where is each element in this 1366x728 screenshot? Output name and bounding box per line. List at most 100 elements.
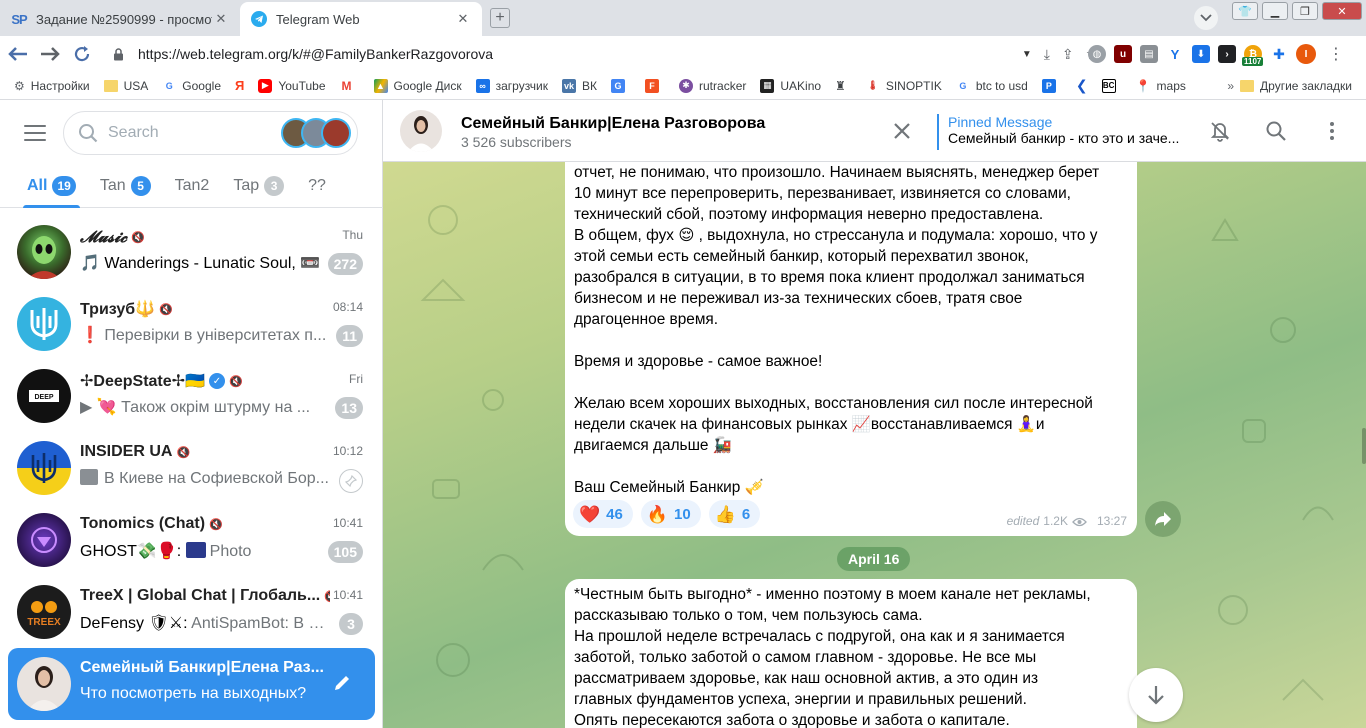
bookmark-google-drive[interactable]: ▲ Google Диск [373,78,462,93]
profile-avatar[interactable]: I [1296,44,1316,64]
bookmark-yandex[interactable]: Я [235,78,244,93]
story-avatar[interactable] [321,118,351,148]
tab-search-button[interactable] [1194,6,1218,30]
menu-icon[interactable] [24,125,46,141]
download-extension-icon[interactable]: ⬇ [1192,45,1210,63]
vpn-extension-icon[interactable]: Y [1166,45,1184,63]
bookmark-rutracker[interactable]: ✱ rutracker [679,78,746,93]
heart-icon: ❤️ [579,504,601,524]
close-window-button[interactable]: ✕ [1322,2,1362,20]
tab-tan2[interactable]: Tan2 [175,164,210,208]
chat-title: TreeX | Global Chat | Глобаль...🔇 [80,587,330,605]
browser-tab-task[interactable]: SP Задание №2590999 - просмотр з ✕ [0,2,240,36]
globe-extension-icon[interactable]: ◍ [1088,45,1106,63]
search-icon[interactable] [1264,119,1288,143]
shirt-icon[interactable]: 👕 [1232,2,1258,20]
message-bubble[interactable]: *Честным быть выгодно* - именно поэтому … [565,579,1137,728]
scroll-to-bottom-button[interactable] [1129,668,1183,722]
new-tab-button[interactable]: + [490,8,510,28]
bookmark-downloader[interactable]: ∞ загрузчик [475,78,548,93]
install-icon[interactable]: ⤓ [1044,46,1050,63]
bookmarks-bar: ⚙ Настройки USA G Google Я ▶ YouTube M ▲ Goo… [0,72,1366,100]
mute-bell-icon[interactable] [1208,119,1232,143]
message-bubble[interactable]: отчет, не понимаю, что произошло. Начина… [565,154,1137,536]
bookmark-f[interactable]: F [645,78,665,93]
more-vertical-icon[interactable] [1320,119,1344,143]
tab-tap[interactable]: Tap 3 [233,164,285,208]
maximize-button[interactable]: ❐ [1292,2,1318,20]
tab-all[interactable]: All 19 [23,164,80,208]
channel-avatar[interactable] [400,110,442,152]
url-text[interactable]: https://web.telegram.org/k/#@FamilyBanke… [138,46,1022,62]
bookmark-p[interactable]: P [1041,78,1062,93]
briefcase-extension-icon[interactable]: ▤ [1140,45,1158,63]
stories-avatars[interactable] [281,118,351,148]
tab-close-icon[interactable]: ✕ [454,11,472,27]
channel-title[interactable]: Семейный Банкир|Елена Разговорова [461,115,765,133]
bookmark-other-folder[interactable]: Другие закладки [1240,79,1352,93]
avatar: TREEX [17,585,71,639]
minimize-button[interactable]: ▁ [1262,2,1288,20]
edit-pencil-icon[interactable] [327,668,357,698]
dropdown-arrow-icon[interactable]: ▼ [1022,49,1032,60]
pinned-message[interactable]: Pinned Message Семейный банкир - кто это… [937,114,1181,150]
search-input[interactable]: Search [63,111,358,155]
back-button[interactable] [4,40,32,68]
tab-close-icon[interactable]: ✕ [212,11,230,27]
trident-icon [30,308,58,340]
bookmark-sinoptik[interactable]: 🌡 SINOPTIK [865,78,942,93]
bookmarks-more-button[interactable]: » [1227,79,1234,93]
chat-title: Tonomics (Chat) 🔇 [80,515,223,532]
tab-unknown[interactable]: ?? [308,164,326,208]
folder-tabs: All 19 Tan 5 Tan2 Tap 3 ?? [0,164,383,208]
coin-extension-icon[interactable]: ₿ 1107 [1242,45,1264,66]
bookmark-youtube[interactable]: ▶ YouTube [258,78,326,93]
treex-logo-icon: TREEX [27,601,61,628]
forward-button[interactable] [1145,501,1181,537]
google-icon: G [955,78,970,93]
unread-badge: 272 [327,253,363,275]
browser-tab-telegram[interactable]: Telegram Web ✕ [240,2,482,36]
chat-item-tonomics[interactable]: Tonomics (Chat) 🔇 10:41 GHOST💸🥊: Photo 10… [8,504,375,576]
youtube-icon: ▶ [258,78,273,93]
menu-dots-icon[interactable]: ⋮ [1328,44,1344,64]
chat-item-tryzub[interactable]: Тризуб🔱 🔇 08:14 ❗ Перевірки в університет… [8,288,375,360]
reload-button[interactable] [68,40,96,68]
chat-item-family-banker[interactable]: Семейный Банкир|Елена Раз... Что посмотр… [8,648,375,720]
chat-item-treex[interactable]: TREEX TreeX | Global Chat | Глобаль...🔇 … [8,576,375,648]
bookmark-translate[interactable]: G [611,78,631,93]
message-line: рассматриваем здоровье, как наш основной… [574,670,1039,687]
bookmark-weather[interactable]: ♜ [835,79,852,93]
reaction-fire[interactable]: 🔥 10 [640,500,701,528]
bookmark-maps[interactable]: 📍 maps [1136,79,1186,93]
scrollbar-thumb[interactable] [1362,428,1366,464]
reaction-heart[interactable]: ❤️ 46 [573,500,633,528]
sp-favicon-icon: SP [11,11,27,27]
bookmark-vk[interactable]: vk ВК [562,78,597,93]
bookmark-uakino[interactable]: ▦ UAKino [760,78,821,93]
message-text: *Честным быть выгодно* - именно поэтому … [574,584,1128,728]
bookmark-kyivstar[interactable]: ❮ [1076,77,1088,94]
bookmark-settings[interactable]: ⚙ Настройки [14,79,90,93]
kyivstar-icon: ❮ [1075,77,1088,93]
bookmark-usa[interactable]: USA [103,79,148,93]
bookmark-gmail[interactable]: M [339,78,360,93]
chat-item-deepstate[interactable]: DEEP ✢DeepState✢🇺🇦 ✓ 🔇 Fri ▶ 💘 Також окрім… [8,360,375,432]
bookmark-btc-to-usd[interactable]: Gbtc to usd [955,78,1028,93]
puzzle-extensions-icon[interactable]: ✚ [1270,45,1288,63]
close-pinned-icon[interactable] [891,120,913,142]
terminal-extension-icon[interactable]: › [1218,45,1236,63]
ublock-extension-icon[interactable]: u [1114,45,1132,63]
tab-tan[interactable]: Tan 5 [100,164,151,208]
address-bar[interactable]: https://web.telegram.org/k/#@FamilyBanke… [104,40,1106,68]
bookmark-google[interactable]: G Google [162,78,221,93]
forward-button[interactable] [36,40,64,68]
message-line: На прошлой неделе встречалась с подругой… [574,628,1065,645]
lock-icon[interactable] [110,46,126,62]
chat-item-music[interactable]: 𝓜𝓾𝓼𝓲𝓬 🔇 Thu 🎵 Wanderings - Lunatic Soul, … [8,216,375,288]
bookmark-bc[interactable]: BC [1101,78,1122,93]
share-icon[interactable]: ⇪ [1062,46,1074,63]
chat-item-insider-ua[interactable]: INSIDER UA 🔇 10:12 В Киеве на Софиевской … [8,432,375,504]
arrow-down-icon [1148,686,1164,705]
reaction-thumbs-up[interactable]: 👍 6 [708,500,761,528]
